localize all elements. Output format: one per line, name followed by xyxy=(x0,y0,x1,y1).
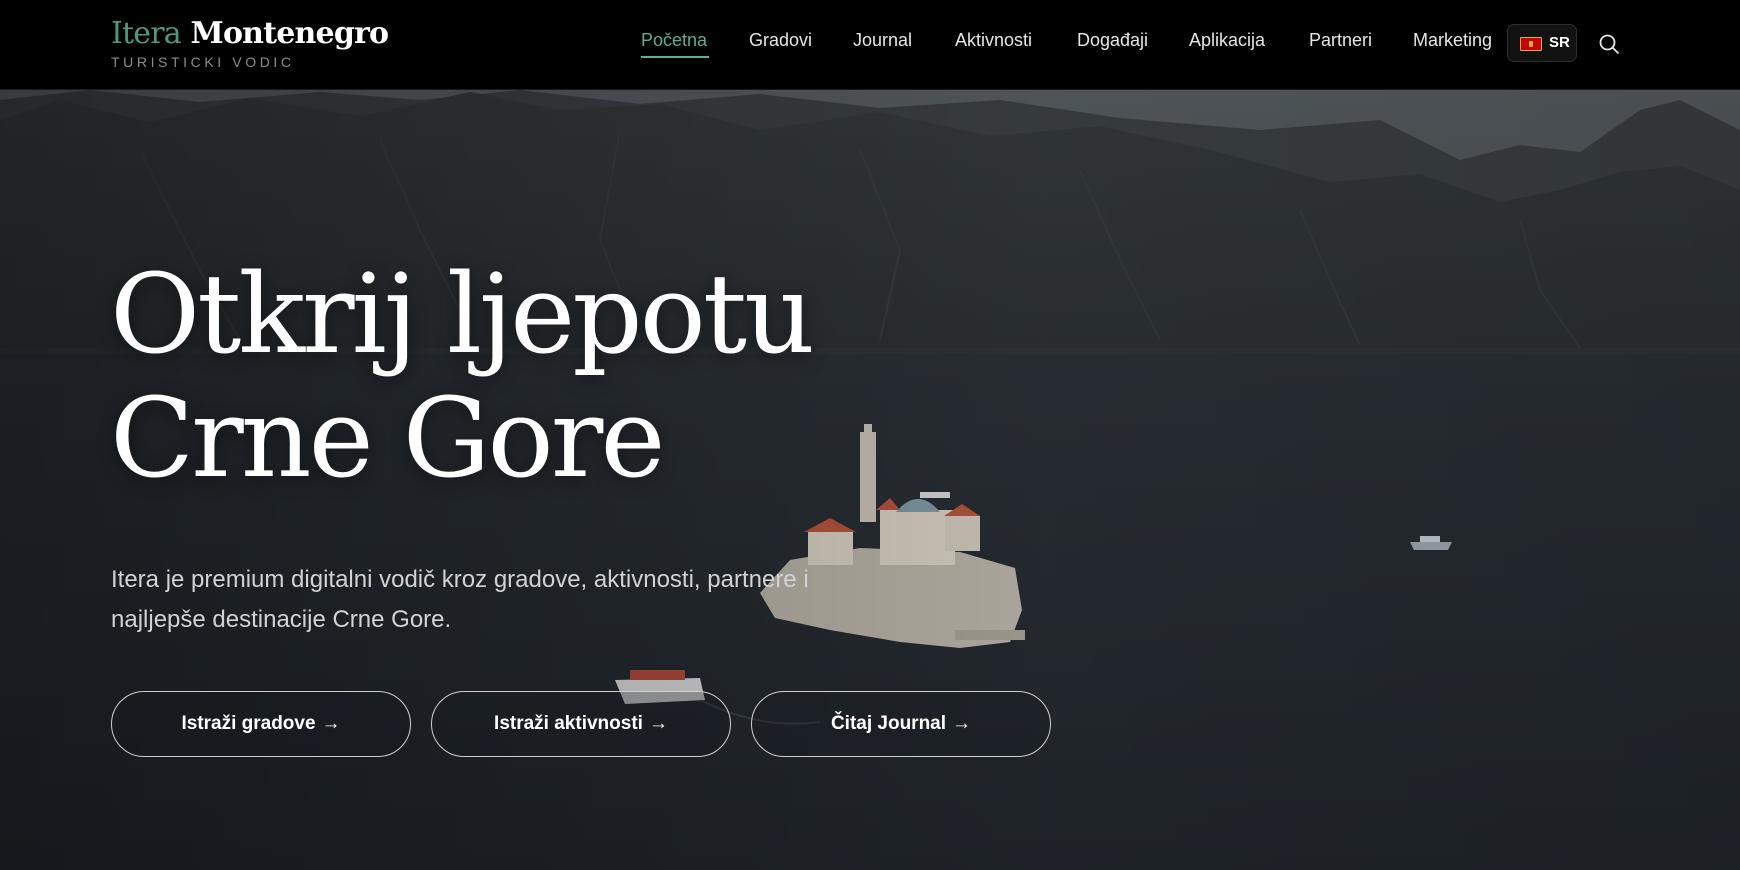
explore-activities-button[interactable]: Istraži aktivnosti → xyxy=(431,691,731,757)
hero-description: Itera je premium digitalni vodič kroz gr… xyxy=(111,566,809,633)
site-logo[interactable]: Itera Montenegro TURISTICKI VODIC xyxy=(111,16,389,70)
nav-active-indicator xyxy=(641,56,709,58)
logo-wordmark: Itera Montenegro xyxy=(111,16,389,52)
nav-item-journal[interactable]: Journal xyxy=(853,30,912,51)
arrow-right-icon: → xyxy=(648,713,668,734)
arrow-right-icon: → xyxy=(321,713,341,734)
hero-title-line-2: Crne Gore xyxy=(110,374,665,502)
explore-cities-label: Istraži gradove xyxy=(181,713,316,734)
nav-item-dogadjaji[interactable]: Događaji xyxy=(1077,30,1148,51)
search-icon[interactable] xyxy=(1597,32,1621,56)
explore-activities-label: Istraži aktivnosti xyxy=(494,713,643,734)
nav-item-aktivnosti[interactable]: Aktivnosti xyxy=(955,30,1032,51)
hero-title: Otkrij ljepotu Crne Gore xyxy=(110,250,815,502)
nav-item-pocetna[interactable]: Početna xyxy=(641,30,707,51)
hero-title-line-1: Otkrij ljepotu xyxy=(110,250,815,378)
nav-item-aplikacija[interactable]: Aplikacija xyxy=(1189,30,1265,51)
logo-country: Montenegro xyxy=(190,16,389,51)
logo-tagline: TURISTICKI VODIC xyxy=(111,54,295,70)
site-header: Itera Montenegro TURISTICKI VODIC Početn… xyxy=(0,0,1740,90)
nav-item-partneri[interactable]: Partneri xyxy=(1309,30,1372,51)
read-journal-button[interactable]: Čitaj Journal → xyxy=(751,691,1051,757)
logo-brand: Itera xyxy=(111,16,182,51)
arrow-right-icon: → xyxy=(952,713,972,734)
hero-section: Otkrij ljepotu Crne Gore Itera je premiu… xyxy=(0,90,1740,870)
language-code: SR xyxy=(1549,34,1570,51)
language-switcher[interactable]: SR xyxy=(1507,24,1577,62)
page: Itera Montenegro TURISTICKI VODIC Početn… xyxy=(0,0,1740,870)
read-journal-label: Čitaj Journal xyxy=(830,713,947,734)
nav-item-gradovi[interactable]: Gradovi xyxy=(749,30,812,51)
nav-item-marketing[interactable]: Marketing xyxy=(1413,30,1492,51)
explore-cities-button[interactable]: Istraži gradove → xyxy=(111,691,411,757)
montenegro-flag-icon xyxy=(1520,37,1542,51)
